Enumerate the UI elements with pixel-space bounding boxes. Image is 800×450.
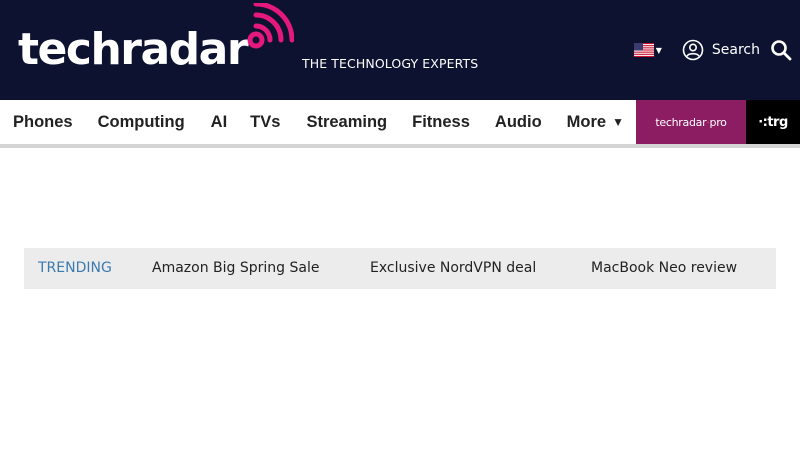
nav-divider <box>0 144 800 148</box>
nav-item-computing[interactable]: Computing <box>98 113 185 132</box>
header-actions: ▼ Search <box>633 38 792 62</box>
search-label[interactable]: Search <box>712 42 760 58</box>
logo-wordmark: techradar <box>18 24 249 75</box>
nav-item-tvs[interactable]: TVs <box>250 113 280 132</box>
techradar-pro-link[interactable]: techradar·pro <box>636 100 746 144</box>
techradar-pro-logo: techradar·pro <box>655 115 727 129</box>
trending-link-1[interactable]: Amazon Big Spring Sale <box>152 260 319 276</box>
trg-link[interactable]: ·:trg <box>746 100 800 144</box>
pro-logo-suffix: pro <box>709 115 727 129</box>
trending-label: TRENDING <box>38 260 112 276</box>
nav-item-fitness[interactable]: Fitness <box>412 113 470 132</box>
trending-link-3[interactable]: MacBook Neo review <box>591 260 737 276</box>
site-tagline: THE TECHNOLOGY EXPERTS <box>302 56 479 71</box>
pro-logo-main: techradar <box>655 115 707 129</box>
nav-item-streaming[interactable]: Streaming <box>306 113 387 132</box>
site-header: techradar THE TECHNOLOGY EXPERTS ▼ Searc… <box>0 0 800 100</box>
trending-bar: TRENDING Amazon Big Spring Sale Exclusiv… <box>24 248 776 289</box>
us-flag-icon <box>633 43 654 57</box>
signal-icon <box>247 3 294 49</box>
nav-item-audio[interactable]: Audio <box>495 113 542 132</box>
nav-more-label: More <box>566 112 607 131</box>
nav-more-button[interactable]: More ▼ <box>567 113 624 132</box>
main-nav: Phones Computing AI TVs Streaming Fitnes… <box>0 100 800 144</box>
region-selector[interactable]: ▼ <box>633 43 662 57</box>
trending-link-2[interactable]: Exclusive NordVPN deal <box>370 260 536 276</box>
chevron-down-icon: ▼ <box>612 115 624 129</box>
techradar-logo[interactable]: techradar <box>18 24 249 76</box>
search-icon[interactable] <box>770 39 792 61</box>
account-icon[interactable] <box>682 39 704 61</box>
nav-item-phones[interactable]: Phones <box>13 113 73 132</box>
nav-items: Phones Computing AI TVs Streaming Fitnes… <box>0 100 624 144</box>
chevron-down-icon: ▼ <box>655 45 662 55</box>
trg-logo: ·:trg <box>758 114 788 130</box>
nav-item-ai[interactable]: AI <box>211 113 228 132</box>
trg-logo-text: trg <box>767 114 788 130</box>
